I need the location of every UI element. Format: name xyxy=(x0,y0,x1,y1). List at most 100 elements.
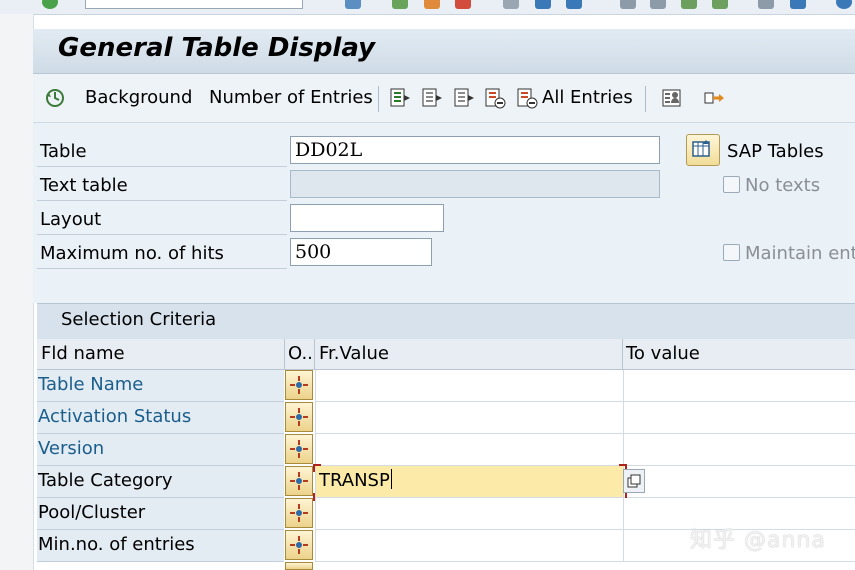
left-gutter xyxy=(0,14,34,570)
from-value-cell-active[interactable]: TRANSP xyxy=(315,466,623,498)
from-value-cell[interactable] xyxy=(315,434,623,466)
help-icon[interactable] xyxy=(836,0,852,9)
from-value-cell[interactable] xyxy=(315,402,623,434)
multiple-selection-button[interactable] xyxy=(623,469,645,493)
divider xyxy=(37,166,287,167)
selection-criteria-header: Selection Criteria xyxy=(37,303,855,340)
col-fld-name[interactable]: Fld name xyxy=(41,343,125,364)
table-row: Table Category TRANSP xyxy=(37,464,855,501)
column-separator xyxy=(314,339,315,369)
table-row: Activation Status xyxy=(37,402,855,434)
text-table-input xyxy=(290,170,660,198)
all-entries-button[interactable]: All Entries xyxy=(542,87,633,108)
col-to-value[interactable]: To value xyxy=(626,343,700,364)
to-value-cell[interactable] xyxy=(623,434,855,466)
sap-tables-label[interactable]: SAP Tables xyxy=(727,141,824,162)
row-label-cell: Table Name xyxy=(37,370,284,402)
row-label-cell: Min.no. of entries xyxy=(37,530,284,562)
all-entries-icon[interactable] xyxy=(516,87,538,109)
selection-option-button[interactable] xyxy=(285,466,313,496)
cancel-icon[interactable] xyxy=(455,0,471,9)
new-session-icon[interactable] xyxy=(758,0,774,9)
back-icon[interactable] xyxy=(392,0,408,9)
row-label[interactable]: Activation Status xyxy=(38,406,191,427)
select-all-icon[interactable] xyxy=(389,87,411,109)
selection-options-icon xyxy=(290,472,308,490)
divider xyxy=(37,268,287,269)
selection-option-button[interactable] xyxy=(285,434,313,464)
from-value: TRANSP xyxy=(319,469,392,491)
last-page-icon[interactable] xyxy=(712,0,728,9)
application-toolbar: Background Number of Entries All Entries xyxy=(33,74,855,123)
layout-input[interactable] xyxy=(290,204,444,232)
first-page-icon[interactable] xyxy=(620,0,636,9)
to-value-cell[interactable] xyxy=(623,370,855,402)
no-texts-label: No texts xyxy=(745,175,821,196)
number-of-entries-button[interactable]: Number of Entries xyxy=(209,87,373,108)
delete-selection-icon[interactable] xyxy=(484,87,506,109)
table-row: Version xyxy=(37,434,855,466)
toolbar-separator xyxy=(378,86,379,112)
selection-options-icon xyxy=(290,376,308,394)
command-field[interactable] xyxy=(85,0,303,9)
next-page-icon[interactable] xyxy=(681,0,697,9)
layout-label: Layout xyxy=(40,209,102,230)
shortcut-icon[interactable] xyxy=(790,0,806,9)
table-row: Table Name xyxy=(37,370,855,402)
background-execute-icon[interactable] xyxy=(44,87,66,109)
table-column-header: Fld name O.. Fr.Value To value xyxy=(37,339,855,370)
selection-option-button[interactable] xyxy=(285,370,313,400)
title-bar: General Table Display xyxy=(33,29,855,74)
from-value-cell[interactable] xyxy=(315,370,623,402)
divider xyxy=(37,234,287,235)
to-value-cell[interactable] xyxy=(623,466,855,498)
col-from-value[interactable]: Fr.Value xyxy=(319,343,389,364)
print-icon[interactable] xyxy=(503,0,519,9)
selection-options-icon xyxy=(290,440,308,458)
previous-page-icon[interactable] xyxy=(650,0,666,9)
selection-option-button[interactable] xyxy=(285,530,313,560)
system-toolbar xyxy=(0,0,855,15)
row-label[interactable]: Table Name xyxy=(38,374,143,395)
table-input[interactable] xyxy=(290,136,660,164)
export-icon[interactable] xyxy=(703,87,725,109)
to-value-cell[interactable] xyxy=(623,402,855,434)
selection-option-button[interactable] xyxy=(285,562,313,570)
no-texts-checkbox[interactable] xyxy=(723,176,740,193)
from-value-cell[interactable] xyxy=(315,498,623,530)
maintain-entries-checkbox[interactable] xyxy=(723,244,740,261)
user-settings-icon[interactable] xyxy=(661,87,683,109)
toolbar-separator xyxy=(645,86,646,112)
row-label: Table Category xyxy=(38,470,173,491)
selection-options-icon xyxy=(290,536,308,554)
sap-tables-button[interactable] xyxy=(686,134,720,166)
selection-options-icon xyxy=(290,504,308,522)
max-hits-input[interactable] xyxy=(290,238,432,266)
text-table-label: Text table xyxy=(40,175,128,196)
save-icon[interactable] xyxy=(345,0,361,9)
row-label[interactable]: Version xyxy=(38,438,104,459)
row-label-cell: Version xyxy=(37,434,284,466)
watermark: 知乎 @anna xyxy=(690,528,826,553)
col-option[interactable]: O.. xyxy=(288,343,313,364)
background-button[interactable]: Background xyxy=(85,87,192,108)
enter-icon[interactable] xyxy=(42,0,58,9)
exit-icon[interactable] xyxy=(424,0,440,9)
text-cursor xyxy=(390,469,392,489)
column-separator xyxy=(284,339,285,369)
max-hits-label: Maximum no. of hits xyxy=(40,243,224,264)
row-label-cell: Activation Status xyxy=(37,402,284,434)
deselect-all-icon[interactable] xyxy=(421,87,443,109)
select-block-icon[interactable] xyxy=(453,87,475,109)
column-separator xyxy=(622,339,623,369)
divider xyxy=(37,200,287,201)
table-label: Table xyxy=(40,141,87,162)
selection-option-button[interactable] xyxy=(285,402,313,432)
page-title: General Table Display xyxy=(58,33,376,63)
find-icon[interactable] xyxy=(535,0,551,9)
find-next-icon[interactable] xyxy=(566,0,582,9)
selection-criteria-title: Selection Criteria xyxy=(61,309,217,330)
selection-option-button[interactable] xyxy=(285,498,313,528)
from-value-cell[interactable] xyxy=(315,530,623,562)
focus-corner xyxy=(313,464,321,472)
